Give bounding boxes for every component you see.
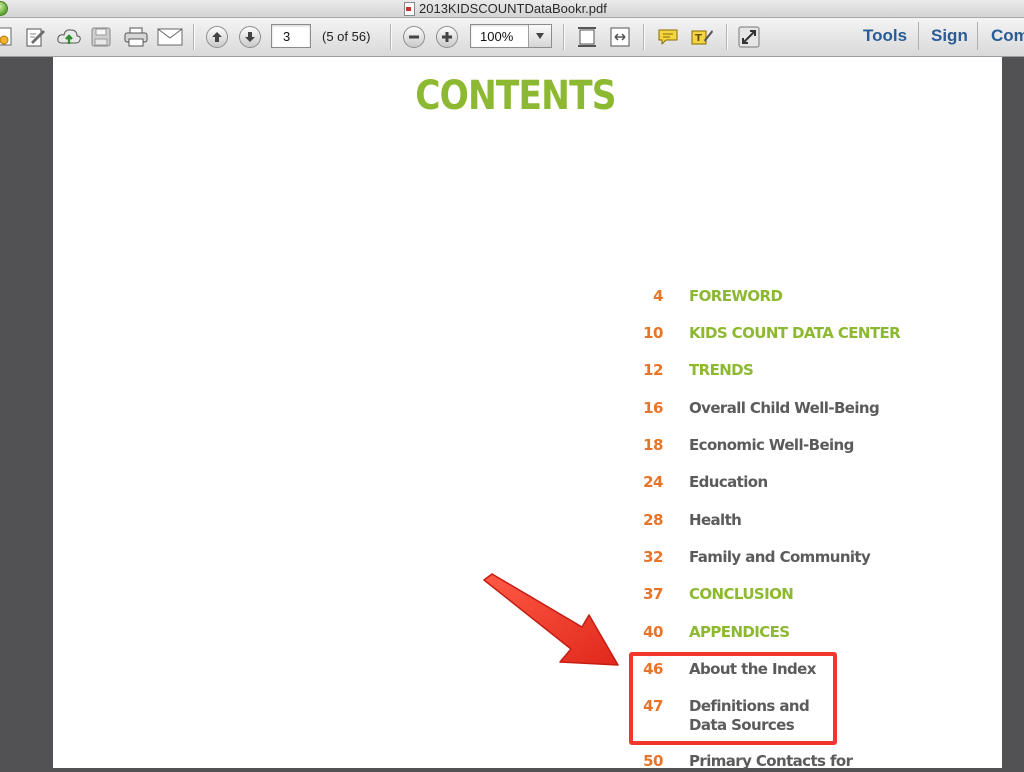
toolbar-separator [193,24,194,50]
toc-page-number: 50 [643,752,663,770]
next-page-button[interactable] [238,25,262,49]
window-zoom-button[interactable] [0,1,8,16]
previous-page-button[interactable] [205,25,229,49]
toc-title: Education [689,473,768,491]
fit-width-icon[interactable] [608,25,632,49]
toc-title: Family and Community [689,548,871,566]
toc-page-number: 10 [643,324,663,342]
toc-page-number: 24 [643,473,663,491]
pdf-file-icon [404,1,415,16]
toc-title: Primary Contacts for [689,752,853,770]
page-number-input[interactable]: 3 [271,24,311,48]
toc-page-number: 4 [653,287,663,305]
toc-page-number: 12 [643,361,663,379]
sign-link[interactable]: Sign [931,26,968,46]
zoom-out-button[interactable] [402,25,426,49]
reader-toolbar: 3 (5 of 56) 100% T Tools Sign Com [0,18,1024,57]
highlight-icon[interactable]: T [689,25,715,49]
toolbar-separator [563,24,564,50]
toc-title: CONCLUSION [689,585,794,603]
toolbar-separator [726,24,727,50]
window-title: 2013KIDSCOUNTDataBookr.pdf [404,1,607,16]
toc-page-number: 18 [643,436,663,454]
chevron-down-icon[interactable] [528,25,551,47]
next-page-icon [245,32,255,42]
comment-link[interactable]: Com [991,26,1024,46]
toc-title: KIDS COUNT DATA CENTER [689,324,901,342]
page-title: CONTENTS [415,73,616,119]
tools-link[interactable]: Tools [863,26,907,46]
print-icon[interactable] [123,25,149,49]
save-icon[interactable] [90,25,112,49]
toc-title: APPENDICES [689,623,790,641]
zoom-out-icon [409,35,419,39]
fit-page-icon[interactable] [575,25,599,49]
page-count-label: (5 of 56) [322,29,371,44]
previous-page-icon [212,32,222,42]
toolbar-separator [643,24,644,50]
window-title-text: 2013KIDSCOUNTDataBookr.pdf [419,1,607,16]
toc-title: Overall Child Well-Being [689,399,880,417]
annotation-arrow-icon [483,573,619,666]
toolbar-separator [918,22,919,50]
email-icon[interactable] [157,25,183,49]
edit-icon[interactable] [24,25,48,49]
comment-icon[interactable] [655,25,681,49]
toc-title: Health [689,511,742,529]
toolbar-separator [977,22,978,50]
create-pdf-icon[interactable] [0,25,14,49]
annotation-highlight-box [629,652,837,745]
toc-page-number: 32 [643,548,663,566]
toc-page-number: 16 [643,399,663,417]
upload-icon[interactable] [56,25,82,49]
zoom-select[interactable]: 100% [470,24,552,48]
toc-title: TRENDS [689,361,754,379]
toolbar-separator [390,24,391,50]
toc-title: FOREWORD [689,287,783,305]
zoom-value: 100% [480,29,514,44]
zoom-in-icon [442,32,452,42]
toc-title: Economic Well-Being [689,436,854,454]
zoom-in-button[interactable] [435,25,459,49]
fullscreen-icon[interactable] [737,25,761,49]
svg-text:T: T [695,33,702,44]
toc-page-number: 28 [643,511,663,529]
window-title-bar: 2013KIDSCOUNTDataBookr.pdf [0,0,1024,18]
